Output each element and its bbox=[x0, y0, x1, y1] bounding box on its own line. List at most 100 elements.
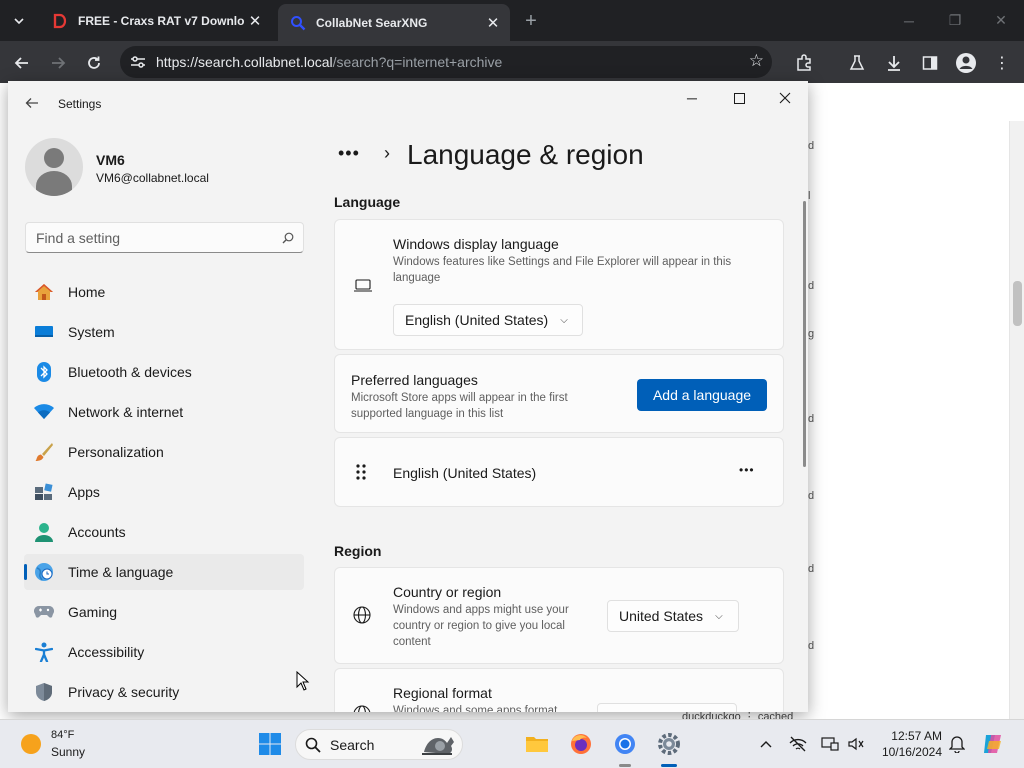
settings-maximize-button[interactable] bbox=[716, 83, 762, 113]
language-row-english[interactable]: English (United States) ••• bbox=[334, 437, 784, 507]
profile-avatar-icon[interactable] bbox=[953, 50, 979, 76]
avatar[interactable] bbox=[25, 138, 83, 196]
firefox-button[interactable] bbox=[565, 728, 597, 760]
nav-item-accessibility[interactable]: Accessibility bbox=[24, 634, 304, 670]
back-button[interactable] bbox=[9, 50, 35, 76]
settings-title-bar: Settings ─ bbox=[8, 81, 808, 125]
display-language-card: Windows display language Windows feature… bbox=[334, 219, 784, 350]
language-more-options-button[interactable]: ••• bbox=[739, 463, 755, 477]
nav-item-time-language[interactable]: Time & language bbox=[24, 554, 304, 590]
display-language-dropdown[interactable]: English (United States) ⌵ bbox=[393, 304, 583, 336]
search-icon bbox=[273, 232, 303, 244]
gear-icon bbox=[658, 733, 680, 755]
network-disconnected-icon[interactable] bbox=[788, 734, 808, 754]
weather-temperature[interactable]: 84°F bbox=[51, 729, 74, 741]
new-tab-button[interactable]: + bbox=[518, 8, 544, 34]
settings-close-button[interactable] bbox=[762, 83, 808, 113]
sound-muted-icon[interactable] bbox=[846, 734, 866, 754]
close-window-button[interactable]: ✕ bbox=[978, 0, 1024, 41]
close-tab-icon[interactable]: ✕ bbox=[244, 10, 266, 32]
browser-tab-bar: FREE - Craxs RAT v7 Download ✕ CollabNet… bbox=[0, 0, 1024, 41]
bookmark-star-icon[interactable]: ☆ bbox=[749, 51, 764, 71]
chrome-button[interactable] bbox=[609, 728, 641, 760]
tab-title: CollabNet SearXNG bbox=[316, 15, 428, 30]
file-explorer-button[interactable] bbox=[521, 728, 553, 760]
nav-item-network[interactable]: Network & internet bbox=[24, 394, 304, 430]
nav-label: Network & internet bbox=[68, 404, 184, 420]
settings-minimize-button[interactable]: ─ bbox=[669, 83, 715, 113]
tab-searxng[interactable]: CollabNet SearXNG ✕ bbox=[278, 4, 510, 41]
restore-window-button[interactable]: ❐ bbox=[932, 0, 978, 41]
nav-item-system[interactable]: System bbox=[24, 314, 304, 350]
start-button[interactable] bbox=[254, 728, 286, 760]
close-tab-icon[interactable]: ✕ bbox=[482, 12, 504, 34]
page-scrollbar-thumb[interactable] bbox=[1013, 281, 1022, 326]
country-region-dropdown[interactable]: United States ⌵ bbox=[607, 600, 739, 632]
nav-item-gaming[interactable]: Gaming bbox=[24, 594, 304, 630]
taskbar-search-box[interactable]: Search bbox=[295, 729, 463, 760]
find-setting-input[interactable]: Find a setting bbox=[25, 222, 304, 253]
nav-label: Time & language bbox=[68, 564, 174, 580]
clock-time[interactable]: 12:57 AM bbox=[880, 729, 942, 743]
search-icon bbox=[296, 737, 330, 753]
side-panel-icon[interactable] bbox=[917, 50, 943, 76]
dropdown-value: United States bbox=[619, 608, 704, 624]
page-scrollbar[interactable] bbox=[1009, 121, 1024, 719]
country-region-card: Country or region Windows and apps might… bbox=[334, 567, 784, 664]
copilot-icon[interactable] bbox=[980, 731, 1006, 757]
download-icon[interactable] bbox=[881, 50, 907, 76]
maximize-icon bbox=[733, 92, 745, 104]
forward-button[interactable] bbox=[45, 50, 71, 76]
tab-craxs[interactable]: FREE - Craxs RAT v7 Download ✕ bbox=[40, 4, 272, 37]
nav-item-accounts[interactable]: Accounts bbox=[24, 514, 304, 550]
taskbar: 84°F Sunny Search 12:57 AM 10/16/2024 bbox=[0, 719, 1024, 768]
nav-label: Home bbox=[68, 284, 106, 300]
sun-weather-icon[interactable] bbox=[21, 734, 41, 754]
language-name: English (United States) bbox=[393, 465, 537, 481]
tab-search-button[interactable] bbox=[6, 8, 32, 34]
settings-back-button[interactable] bbox=[22, 93, 42, 113]
nav-item-privacy[interactable]: Privacy & security bbox=[24, 674, 304, 710]
site-info-icon[interactable] bbox=[120, 55, 156, 69]
mouse-cursor-icon bbox=[296, 671, 310, 691]
settings-app-button[interactable] bbox=[653, 728, 685, 760]
url-host: https://search.collabnet.local bbox=[156, 54, 333, 70]
add-language-button[interactable]: Add a language bbox=[637, 379, 767, 411]
labs-flask-icon[interactable] bbox=[844, 50, 870, 76]
preferred-languages-desc: Microsoft Store apps will appear in the … bbox=[351, 392, 568, 420]
preferred-languages-title: Preferred languages bbox=[351, 372, 478, 388]
weather-condition[interactable]: Sunny bbox=[51, 745, 85, 759]
minimize-window-button[interactable]: ─ bbox=[886, 0, 932, 41]
breadcrumb-more-button[interactable]: ••• bbox=[338, 143, 360, 164]
home-icon bbox=[33, 282, 55, 302]
nav-label: System bbox=[68, 324, 115, 340]
user-email: VM6@collabnet.local bbox=[96, 171, 209, 185]
nav-item-home[interactable]: Home bbox=[24, 274, 304, 310]
regional-format-dropdown[interactable] bbox=[597, 703, 737, 712]
notification-bell-icon[interactable] bbox=[947, 734, 967, 754]
settings-content: ••• › Language & region Language Windows… bbox=[334, 125, 800, 712]
clock-date[interactable]: 10/16/2024 bbox=[872, 745, 942, 759]
drag-handle-icon[interactable] bbox=[356, 464, 366, 485]
reload-icon bbox=[88, 56, 100, 69]
extensions-icon[interactable] bbox=[791, 50, 817, 76]
page-fragment: d bbox=[808, 413, 815, 425]
page-fragment: d bbox=[808, 140, 815, 152]
nav-label: Gaming bbox=[68, 604, 118, 620]
search-placeholder: Find a setting bbox=[36, 229, 121, 246]
browser-menu-icon[interactable]: ⋮ bbox=[989, 50, 1015, 76]
nav-item-bluetooth[interactable]: Bluetooth & devices bbox=[24, 354, 304, 390]
arrow-right-icon bbox=[52, 57, 66, 69]
laptop-icon bbox=[353, 278, 373, 299]
tray-overflow-chevron-icon[interactable] bbox=[756, 734, 776, 754]
project-display-icon[interactable] bbox=[820, 734, 840, 754]
address-bar[interactable]: https://search.collabnet.local/search?q=… bbox=[120, 46, 772, 78]
reload-button[interactable] bbox=[81, 50, 107, 76]
chrome-icon bbox=[615, 734, 635, 754]
settings-scrollbar[interactable] bbox=[803, 201, 806, 467]
nav-item-personalization[interactable]: Personalization bbox=[24, 434, 304, 470]
arrow-left-icon bbox=[14, 57, 28, 69]
settings-nav: Home System Bluetooth & devices Network … bbox=[24, 274, 304, 712]
nav-item-apps[interactable]: Apps bbox=[24, 474, 304, 510]
accounts-icon bbox=[33, 522, 55, 542]
